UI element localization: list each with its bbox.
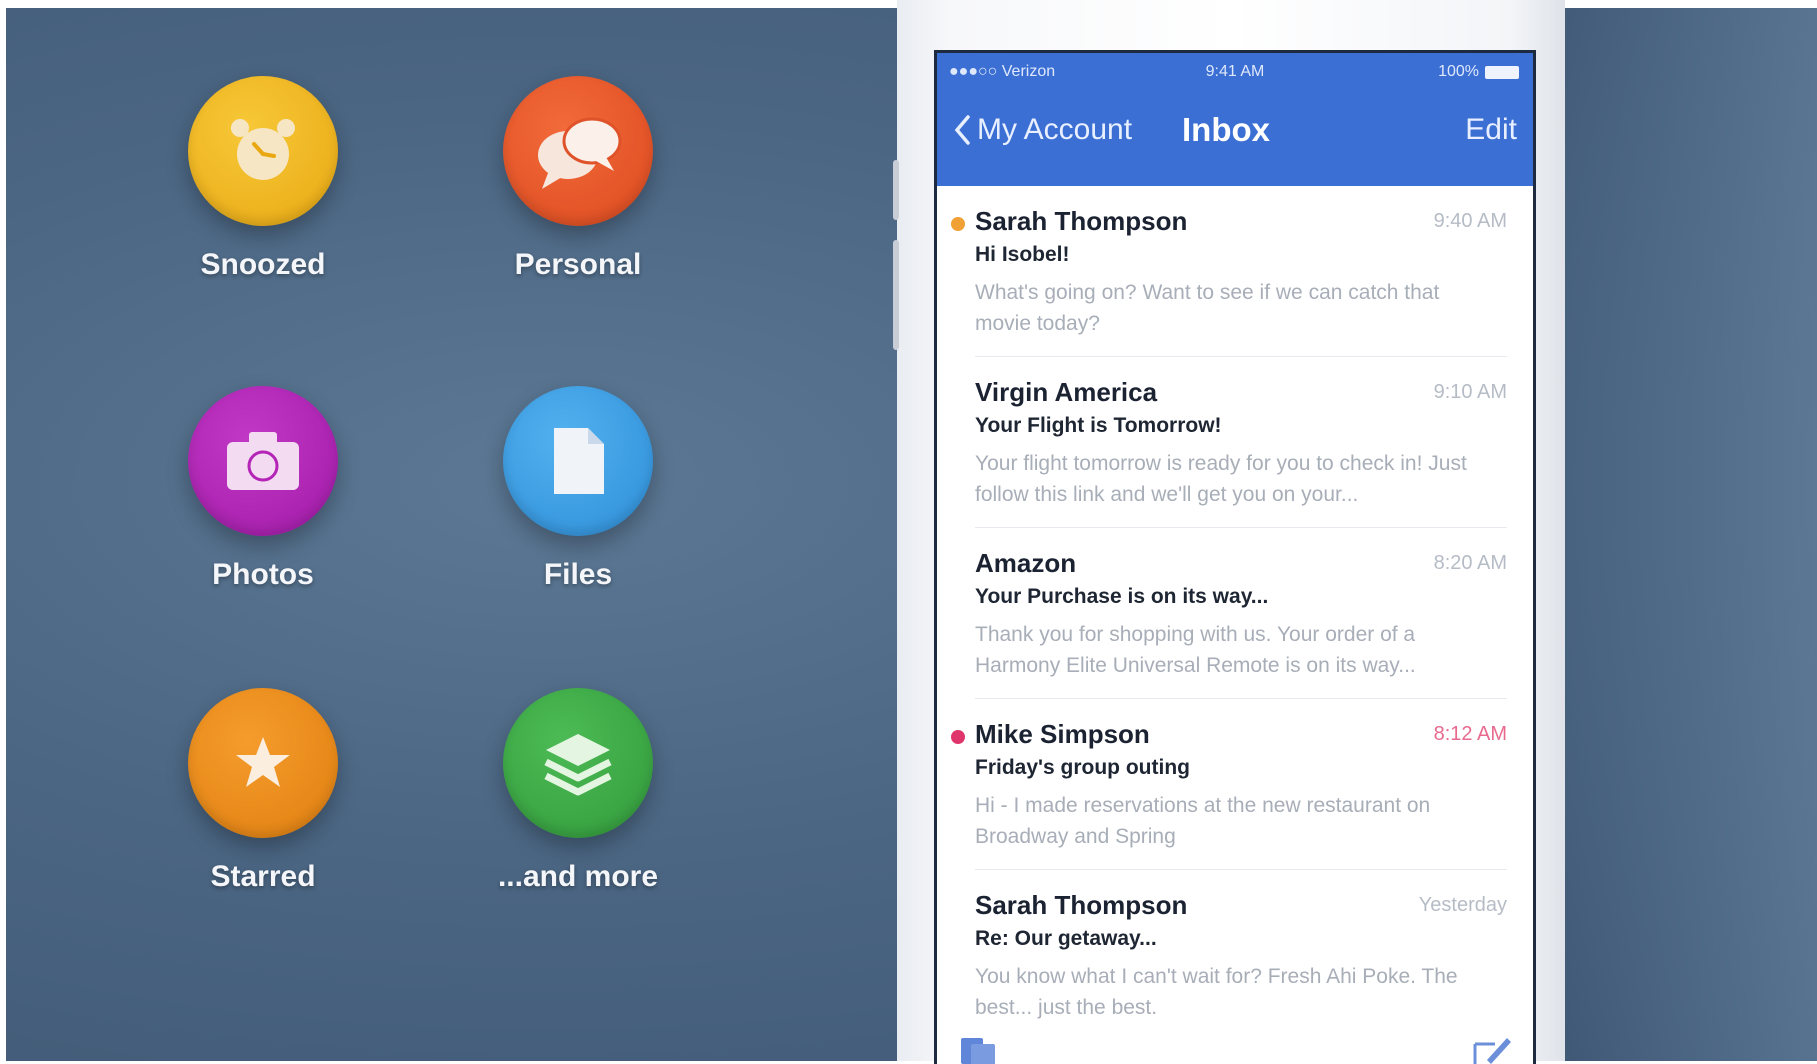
message-subject: Friday's group outing	[975, 756, 1190, 779]
battery-percent: 100%	[1438, 63, 1479, 80]
feature-snoozed[interactable]: Snoozed	[143, 76, 383, 282]
message-row[interactable]: Virgin America 9:10 AM Your Flight is To…	[975, 357, 1507, 528]
battery-icon	[1485, 65, 1519, 79]
feature-and-more[interactable]: ...and more	[458, 688, 698, 894]
feature-label: Personal	[514, 248, 642, 281]
feature-files[interactable]: Files	[458, 386, 698, 592]
message-sender: Amazon	[975, 548, 1077, 578]
message-time: Yesterday	[1418, 894, 1507, 916]
compose-icon[interactable]	[1469, 1034, 1513, 1064]
edit-button[interactable]: Edit	[1465, 113, 1517, 147]
phone-volume-button	[893, 160, 899, 220]
message-time: 8:20 AM	[1433, 552, 1507, 574]
message-sender: Sarah Thompson	[975, 890, 1188, 920]
message-preview: Your flight tomorrow is ready for you to…	[975, 452, 1467, 506]
message-sender: Virgin America	[975, 377, 1158, 407]
unread-dot	[951, 217, 965, 231]
message-time: 9:40 AM	[1433, 210, 1507, 232]
feature-label: Files	[543, 558, 613, 591]
message-list: Sarah Thompson 9:40 AM Hi Isobel! What's…	[937, 186, 1533, 1040]
message-row[interactable]: Mike Simpson 8:12 AM Friday's group outi…	[951, 699, 1507, 870]
camera-icon	[188, 386, 338, 536]
message-row[interactable]: Amazon 8:20 AM Your Purchase is on its w…	[975, 528, 1507, 699]
message-time: 9:10 AM	[1433, 381, 1507, 403]
message-subject: Re: Our getaway...	[975, 927, 1157, 950]
chevron-left-icon	[954, 115, 970, 145]
page-title: Inbox	[1182, 111, 1270, 148]
background-shade	[1566, 8, 1817, 1061]
phone-screen: ●●●○○ Verizon 9:41 AM 100% My Account In…	[934, 50, 1536, 1064]
folders-icon[interactable]	[955, 1034, 1011, 1064]
back-label: My Account	[977, 113, 1133, 146]
alarm-clock-icon	[188, 76, 338, 226]
message-subject: Your Purchase is on its way...	[975, 585, 1269, 608]
message-preview: Hi - I made reservations at the new rest…	[975, 794, 1431, 848]
document-icon	[503, 386, 653, 536]
battery-indicator: 100%	[1438, 63, 1519, 81]
star-icon	[188, 688, 338, 838]
feature-personal[interactable]: Personal	[458, 76, 698, 282]
feature-label: Starred	[210, 860, 316, 893]
unread-dot	[951, 730, 965, 744]
feature-label: Snoozed	[200, 248, 326, 281]
message-subject: Hi Isobel!	[975, 243, 1070, 266]
message-row[interactable]: Sarah Thompson Yesterday Re: Our getaway…	[975, 870, 1507, 1040]
inbox-nav-bar: ●●●○○ Verizon 9:41 AM 100% My Account In…	[937, 53, 1533, 186]
feature-photos[interactable]: Photos	[143, 386, 383, 592]
message-sender: Mike Simpson	[975, 719, 1150, 749]
message-sender: Sarah Thompson	[975, 206, 1188, 236]
status-bar: ●●●○○ Verizon 9:41 AM 100%	[937, 59, 1533, 85]
message-row[interactable]: Sarah Thompson 9:40 AM Hi Isobel! What's…	[951, 186, 1507, 357]
feature-starred[interactable]: Starred	[143, 688, 383, 894]
phone-volume-button	[893, 240, 899, 350]
layers-icon	[503, 688, 653, 838]
message-preview: What's going on? Want to see if we can c…	[975, 281, 1440, 335]
back-button[interactable]: My Account	[953, 113, 1132, 147]
message-subject: Your Flight is Tomorrow!	[975, 414, 1222, 437]
feature-label: ...and more	[497, 860, 659, 893]
feature-label: Photos	[212, 558, 314, 591]
message-time: 8:12 AM	[1433, 723, 1507, 745]
message-preview: You know what I can't wait for? Fresh Ah…	[975, 965, 1458, 1019]
chat-bubbles-icon	[503, 76, 653, 226]
message-preview: Thank you for shopping with us. Your ord…	[975, 623, 1416, 677]
